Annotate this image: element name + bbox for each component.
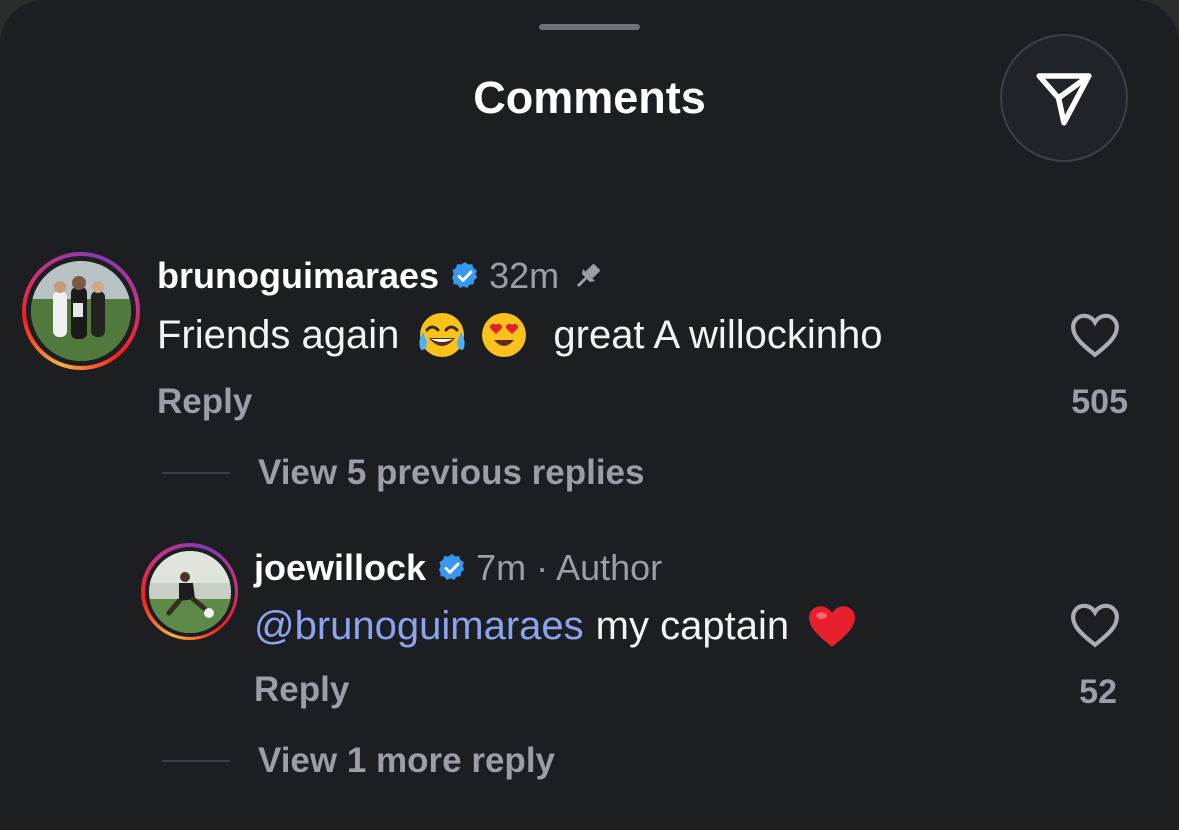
username[interactable]: brunoguimaraes bbox=[157, 254, 439, 298]
view-replies-label: View 5 previous replies bbox=[258, 453, 645, 492]
comment-text: Friends again great A willockinho bbox=[157, 310, 882, 360]
verified-badge-icon bbox=[449, 260, 481, 292]
view-previous-replies[interactable]: View 5 previous replies bbox=[162, 451, 645, 495]
thread-divider bbox=[162, 472, 230, 474]
comment-text-part: my captain bbox=[595, 604, 790, 648]
like-count: 52 bbox=[1079, 673, 1117, 711]
red-heart-emoji bbox=[807, 602, 857, 650]
view-replies-label: View 1 more reply bbox=[258, 741, 556, 780]
view-more-replies[interactable]: View 1 more reply bbox=[162, 739, 555, 783]
reply-button[interactable]: Reply bbox=[157, 380, 252, 424]
timestamp: 7m · Author bbox=[476, 547, 663, 588]
avatar-photo bbox=[148, 550, 231, 633]
drag-handle[interactable] bbox=[539, 24, 640, 30]
heart-icon bbox=[1071, 313, 1119, 358]
like-count: 505 bbox=[1071, 383, 1128, 421]
heart-icon bbox=[1071, 603, 1119, 648]
like-button[interactable] bbox=[1068, 602, 1122, 652]
comment-text: @brunoguimaraes my captain bbox=[254, 601, 863, 651]
reply-button[interactable]: Reply bbox=[254, 668, 349, 712]
avatar[interactable] bbox=[22, 252, 140, 370]
pin-icon bbox=[571, 259, 605, 293]
heart-eyes-emoji bbox=[479, 310, 529, 360]
verified-badge-icon bbox=[436, 552, 468, 584]
comments-sheet: Comments brunoguimaraes 32m Friends agai… bbox=[0, 0, 1179, 830]
paper-plane-icon bbox=[1036, 73, 1092, 126]
avatar-photo bbox=[31, 261, 131, 361]
face-with-tears-of-joy-emoji bbox=[417, 310, 467, 360]
comment-meta: brunoguimaraes 32m bbox=[157, 254, 605, 298]
timestamp: 32m bbox=[489, 255, 560, 296]
comment-text-part: great A willockinho bbox=[553, 313, 883, 357]
like-button[interactable] bbox=[1068, 312, 1122, 362]
comment-text-part: Friends again bbox=[157, 313, 400, 357]
thread-divider bbox=[162, 760, 230, 762]
share-button[interactable] bbox=[1000, 34, 1128, 162]
mention-link[interactable]: @brunoguimaraes bbox=[254, 601, 584, 651]
comment-meta: joewillock 7m · Author bbox=[254, 546, 662, 590]
username[interactable]: joewillock bbox=[254, 546, 426, 590]
avatar[interactable] bbox=[141, 543, 238, 640]
